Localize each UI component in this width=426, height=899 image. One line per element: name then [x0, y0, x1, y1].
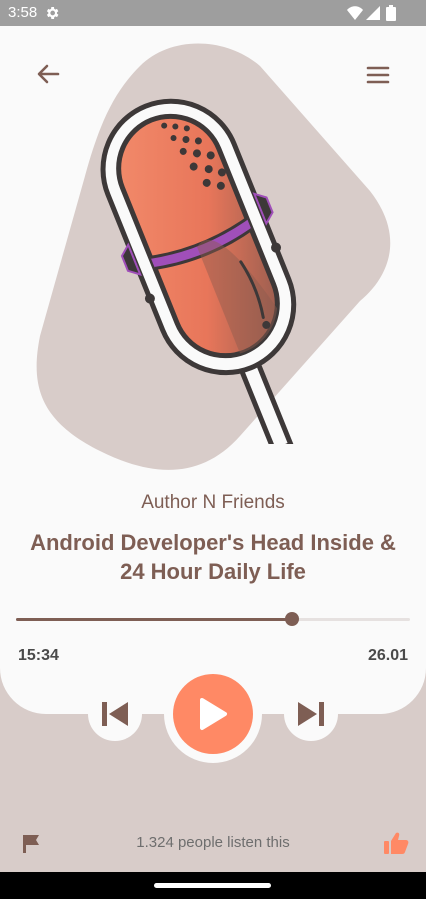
skip-next-icon	[298, 702, 324, 726]
play-button[interactable]	[173, 674, 253, 754]
next-button[interactable]	[284, 687, 338, 741]
player-card: Author N Friends Android Developer's Hea…	[0, 26, 426, 714]
home-indicator[interactable]	[154, 883, 271, 888]
hamburger-menu-icon[interactable]	[365, 64, 391, 86]
total-time: 26.01	[367, 647, 408, 664]
progress-thumb[interactable]	[284, 612, 299, 626]
thumbs-up-icon[interactable]	[383, 831, 409, 855]
arrow-left-icon[interactable]	[34, 62, 62, 86]
previous-button[interactable]	[88, 687, 142, 741]
progress-slider[interactable]	[16, 612, 410, 626]
status-bar: 3:58	[0, 0, 426, 26]
settings-icon	[46, 7, 59, 19]
progress-fill	[16, 618, 292, 621]
listeners-count: 1.324 people listen this	[136, 834, 290, 851]
play-icon	[200, 698, 227, 730]
signal-icon	[366, 6, 380, 20]
navigation-bar	[0, 872, 426, 899]
track-title: Android Developer's Head Inside & 24 Hou…	[30, 530, 396, 584]
skip-previous-icon	[102, 702, 128, 726]
microphone-illustration	[100, 98, 297, 444]
battery-icon	[386, 5, 396, 21]
current-time: 15:34	[18, 647, 59, 664]
status-time: 3:58	[8, 4, 38, 21]
wifi-icon	[347, 6, 363, 20]
author-name: Author N Friends	[141, 492, 285, 513]
